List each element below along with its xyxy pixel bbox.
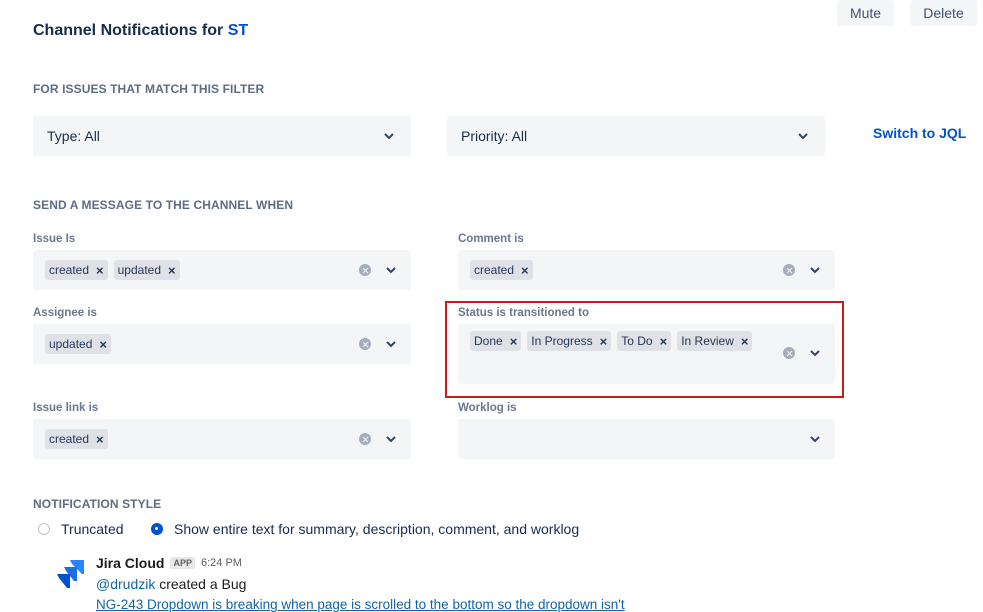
delete-button[interactable]: Delete [910, 0, 977, 26]
filter-section-title: FOR ISSUES THAT MATCH THIS FILTER [33, 82, 265, 96]
remove-tag-icon[interactable]: × [96, 433, 104, 446]
tag-label: In Review [681, 334, 734, 348]
issue-link-is-select[interactable]: created × [33, 419, 411, 459]
preview-mention[interactable]: @drudzik [96, 576, 155, 592]
remove-tag-icon[interactable]: × [99, 338, 107, 351]
remove-tag-icon[interactable]: × [510, 335, 518, 348]
status-transitioned-select[interactable]: Done × In Progress × To Do × In Review × [458, 324, 835, 384]
remove-tag-icon[interactable]: × [600, 335, 608, 348]
radio-full-text-control[interactable] [151, 523, 163, 535]
clear-icon[interactable] [783, 264, 795, 276]
tag-label: updated [49, 337, 93, 351]
chevron-down-icon [798, 133, 808, 140]
tag-updated: updated × [45, 334, 111, 354]
tag-label: In Progress [531, 334, 593, 348]
status-transitioned-label: Status is transitioned to [458, 307, 589, 319]
issue-is-label: Issue Is [33, 233, 76, 245]
mute-button[interactable]: Mute [837, 0, 894, 26]
page-title: Channel Notifications for ST [33, 22, 248, 40]
notification-style-title: NOTIFICATION STYLE [33, 497, 162, 511]
chevron-down-icon[interactable] [807, 431, 823, 447]
preview-header: Jira Cloud APP 6:24 PM [96, 555, 242, 571]
tag-in-review: In Review × [677, 331, 753, 351]
clear-icon[interactable] [783, 347, 795, 359]
chevron-down-icon[interactable] [383, 262, 399, 278]
tag-done: Done × [470, 331, 522, 351]
clear-icon[interactable] [359, 338, 371, 350]
triggers-section-title: SEND A MESSAGE TO THE CHANNEL WHEN [33, 198, 294, 212]
tag-label: created [49, 263, 90, 277]
remove-tag-icon[interactable]: × [168, 264, 176, 277]
worklog-is-select[interactable] [458, 419, 835, 459]
radio-full-text-label: Show entire text for summary, descriptio… [174, 521, 580, 537]
preview-app-name: Jira Cloud [96, 555, 165, 571]
comment-is-label: Comment is [458, 233, 524, 245]
chevron-down-icon[interactable] [383, 431, 399, 447]
tag-to-do: To Do × [617, 331, 672, 351]
tag-label: updated [117, 263, 162, 277]
tag-updated: updated × [113, 260, 180, 280]
chevron-down-icon[interactable] [383, 336, 399, 352]
assignee-is-select[interactable]: updated × [33, 324, 411, 364]
radio-truncated-label: Truncated [61, 521, 124, 537]
chevron-down-icon[interactable] [807, 262, 823, 278]
comment-is-select[interactable]: created × [458, 250, 835, 290]
clear-icon[interactable] [359, 433, 371, 445]
priority-select-value: Priority: All [461, 128, 528, 144]
preview-action: created a Bug [155, 576, 247, 592]
issue-link-is-label: Issue link is [33, 402, 99, 414]
radio-truncated[interactable]: Truncated [38, 521, 124, 537]
tag-in-progress: In Progress × [527, 331, 612, 351]
tag-label: created [49, 432, 90, 446]
type-select[interactable]: Type: All [33, 116, 411, 156]
remove-tag-icon[interactable]: × [521, 264, 529, 277]
radio-full-text[interactable]: Show entire text for summary, descriptio… [151, 521, 579, 537]
tag-created: created × [45, 429, 108, 449]
tag-label: To Do [621, 334, 653, 348]
tag-created: created × [45, 260, 108, 280]
chevron-down-icon[interactable] [807, 345, 823, 361]
clear-icon[interactable] [359, 264, 371, 276]
priority-select[interactable]: Priority: All [447, 116, 825, 156]
remove-tag-icon[interactable]: × [660, 335, 668, 348]
chevron-down-icon [384, 133, 394, 140]
tag-label: Done [474, 334, 503, 348]
preview-message: @drudzik created a Bug [96, 576, 246, 592]
project-key: ST [227, 22, 249, 39]
switch-to-jql-link[interactable]: Switch to JQL [873, 125, 966, 141]
assignee-is-label: Assignee is [33, 307, 97, 319]
worklog-is-label: Worklog is [458, 402, 517, 414]
tag-created: created × [470, 260, 533, 280]
remove-tag-icon[interactable]: × [741, 335, 749, 348]
app-badge: APP [170, 557, 195, 569]
tag-label: created [474, 263, 515, 277]
preview-issue-link[interactable]: NG-243 Dropdown is breaking when page is… [96, 597, 625, 612]
page-title-prefix: Channel Notifications for [33, 22, 224, 39]
issue-is-select[interactable]: created × updated × [33, 250, 411, 290]
radio-truncated-control[interactable] [38, 523, 50, 535]
preview-time: 6:24 PM [200, 557, 242, 569]
remove-tag-icon[interactable]: × [96, 264, 104, 277]
jira-logo-icon [57, 560, 84, 588]
type-select-value: Type: All [47, 128, 100, 144]
